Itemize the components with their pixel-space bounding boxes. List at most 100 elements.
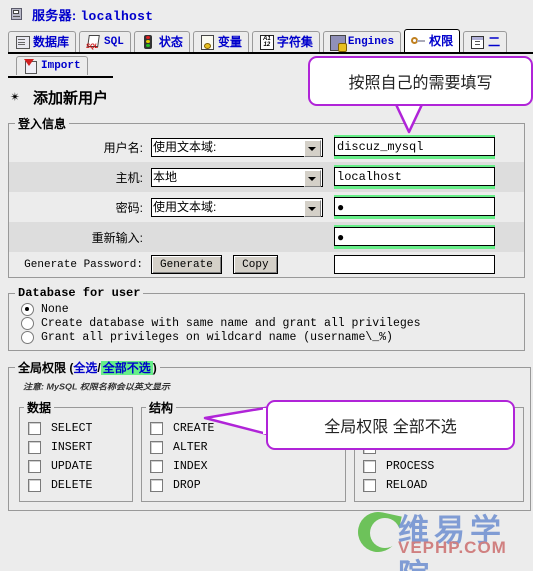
radio-wildcard-icon[interactable] xyxy=(21,331,34,344)
username-select[interactable]: 使用文本域: xyxy=(151,137,323,157)
page-title-text: 添加新用户 xyxy=(33,90,109,107)
checkbox-reload-label: RELOAD xyxy=(386,479,428,492)
checkbox-row-select[interactable]: SELECT xyxy=(24,419,128,438)
tab-binlog-label: 二 xyxy=(488,35,501,49)
tab-sql-label: SQL xyxy=(104,36,124,48)
callout-fill-text: 按照自己的需要填写 xyxy=(348,75,493,92)
checkbox-row-update[interactable]: UPDATE xyxy=(24,457,128,476)
sql-icon: SQL xyxy=(86,35,101,50)
callout-perm-text: 全局权限 全部不选 xyxy=(324,419,457,436)
global-privileges-title: 全局权限 xyxy=(18,361,67,375)
copy-button[interactable]: Copy xyxy=(233,255,278,274)
radio-create-same-name-icon[interactable] xyxy=(21,317,34,330)
checkbox-insert-label: INSERT xyxy=(51,441,93,454)
tab-binlog[interactable]: 二 xyxy=(463,31,508,52)
uncheck-all-link[interactable]: 全部不选 xyxy=(100,361,153,375)
generate-button[interactable]: Generate xyxy=(151,255,222,274)
password-select-cell: 使用文本域: xyxy=(147,192,330,222)
login-information-fieldset: 登入信息 用户名: 使用文本域: discuz_mysql 主机: 本地 loc… xyxy=(8,115,525,278)
password-label: 密码: xyxy=(115,200,143,215)
import-button-label: Import xyxy=(41,60,81,72)
host-label: 主机: xyxy=(115,170,143,185)
checkbox-row-reload[interactable]: RELOAD xyxy=(359,476,519,495)
traffic-light-icon xyxy=(141,35,156,49)
password-input-cell xyxy=(330,192,524,222)
field-row-username: 用户名: 使用文本域: xyxy=(9,132,524,162)
retype-input[interactable] xyxy=(334,227,495,246)
radio-none-icon[interactable] xyxy=(21,303,34,316)
server-title: 服务器: localhost xyxy=(32,5,153,24)
watermark-leaf-icon xyxy=(354,508,402,556)
host-select-cell: 本地 xyxy=(147,162,330,192)
tab-variables[interactable]: 变量 xyxy=(192,31,249,52)
checkbox-create-icon[interactable] xyxy=(150,422,163,435)
retype-highlight xyxy=(334,225,495,249)
database-for-user-fieldset: Database for user None Create database w… xyxy=(8,286,525,351)
checkbox-drop-label: DROP xyxy=(173,479,201,492)
checkbox-reload-icon[interactable] xyxy=(363,479,376,492)
tab-charsets-label: 字符集 xyxy=(276,35,313,49)
generated-password-cell xyxy=(330,252,524,277)
callout-uncheck-all: 全局权限 全部不选 xyxy=(266,400,515,450)
generated-password-input[interactable] xyxy=(334,255,495,274)
tab-privileges[interactable]: 权限 xyxy=(404,29,461,52)
engine-icon xyxy=(329,35,347,52)
password-input[interactable] xyxy=(334,197,495,216)
tab-status[interactable]: 状态 xyxy=(133,31,190,52)
checkbox-insert-icon[interactable] xyxy=(28,441,41,454)
username-select-cell: 使用文本域: xyxy=(147,132,330,162)
tab-engines-label: Engines xyxy=(347,36,395,48)
tab-databases-label: 数据库 xyxy=(33,35,70,49)
radio-option-wildcard[interactable]: Grant all privileges on wildcard name (u… xyxy=(21,331,524,344)
server-header: 服务器: localhost xyxy=(0,0,533,28)
check-all-link[interactable]: 全选 xyxy=(73,361,97,375)
tab-databases[interactable]: 数据库 xyxy=(8,31,77,52)
radio-none-label: None xyxy=(41,303,69,316)
host-select[interactable]: 本地 xyxy=(151,167,323,187)
login-information-legend: 登入信息 xyxy=(18,117,67,131)
checkbox-row-delete[interactable]: DELETE xyxy=(24,476,128,495)
tab-engines[interactable]: Engines xyxy=(322,31,402,52)
host-highlight xyxy=(334,165,495,189)
retype-select-cell xyxy=(147,222,330,252)
grid-icon xyxy=(470,35,485,49)
checkbox-row-insert[interactable]: INSERT xyxy=(24,438,128,457)
database-for-user-legend: Database for user xyxy=(18,286,141,300)
checkbox-delete-label: DELETE xyxy=(51,479,93,492)
radio-option-create-same-name[interactable]: Create database with same name and grant… xyxy=(21,317,524,330)
import-button[interactable]: Import xyxy=(16,56,88,75)
checkbox-select-icon[interactable] xyxy=(28,422,41,435)
tab-charsets[interactable]: A1 12 字符集 xyxy=(251,31,320,52)
field-row-generate-password: Generate Password: Generate Copy xyxy=(9,252,524,277)
checkbox-alter-icon[interactable] xyxy=(150,441,163,454)
phpmyadmin-privileges-page: 服务器: localhost 数据库 SQL SQL 状态 变量 A1 12 字… xyxy=(0,0,533,571)
checkbox-index-icon[interactable] xyxy=(150,460,163,473)
checkbox-drop-icon[interactable] xyxy=(150,479,163,492)
import-icon xyxy=(23,59,38,74)
tab-privileges-label: 权限 xyxy=(429,34,454,48)
checkbox-delete-icon[interactable] xyxy=(28,479,41,492)
checkbox-process-label: PROCESS xyxy=(386,460,435,473)
database-icon xyxy=(15,35,30,49)
checkbox-process-icon[interactable] xyxy=(363,460,376,473)
host-input[interactable] xyxy=(334,167,495,186)
checkbox-update-icon[interactable] xyxy=(28,460,41,473)
radio-option-none[interactable]: None xyxy=(21,303,524,316)
tab-sql[interactable]: SQL SQL xyxy=(79,31,131,52)
checkbox-row-index[interactable]: INDEX xyxy=(146,457,341,476)
callout-permissions-tail xyxy=(203,405,277,437)
host-input-cell xyxy=(330,162,524,192)
sub-toolbar: Import xyxy=(8,54,113,78)
username-highlight xyxy=(334,135,495,159)
password-select[interactable]: 使用文本域: xyxy=(151,197,323,217)
username-label: 用户名: xyxy=(103,140,143,155)
field-row-retype: 重新输入: xyxy=(9,222,524,252)
privilege-group-data-title: 数据 xyxy=(27,401,52,415)
key-icon xyxy=(411,34,426,48)
username-input[interactable] xyxy=(334,137,495,156)
note-icon xyxy=(200,35,215,50)
privilege-group-structure-title: 结构 xyxy=(149,401,174,415)
checkbox-row-process[interactable]: PROCESS xyxy=(359,457,519,476)
checkbox-row-drop[interactable]: DROP xyxy=(146,476,341,495)
generate-buttons-cell: Generate Copy xyxy=(147,252,330,277)
